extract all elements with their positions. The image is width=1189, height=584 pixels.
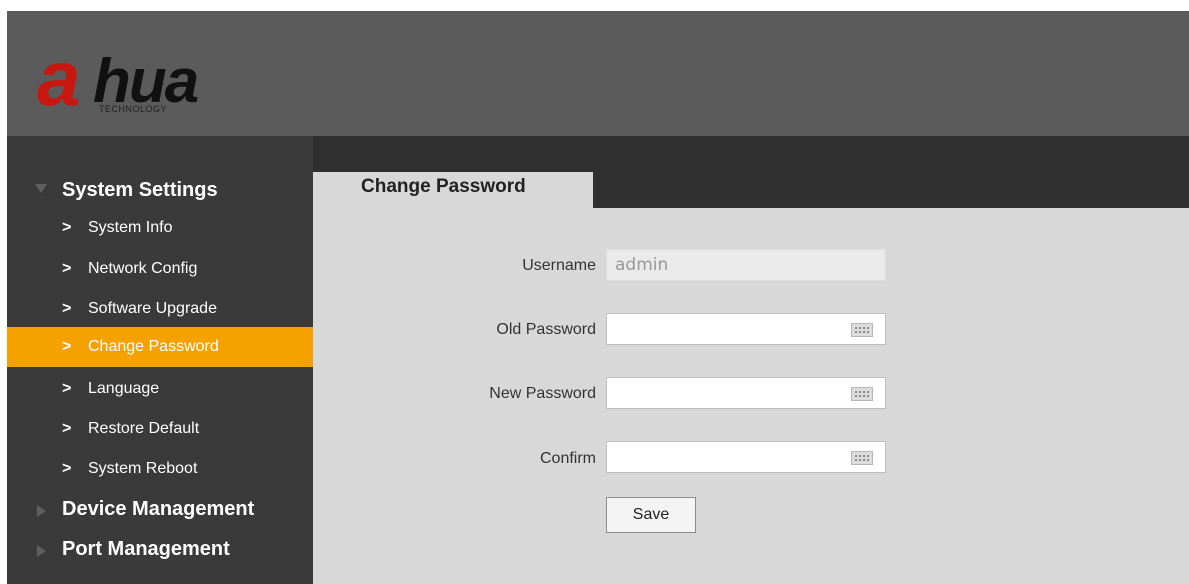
sidebar-item-label: Change Password — [88, 338, 219, 355]
sidebar-group-system-settings[interactable]: System Settings — [7, 170, 313, 210]
username-label: Username — [522, 257, 596, 274]
chevron-right-icon: > — [62, 260, 72, 277]
sidebar-group-label: Port Management — [62, 538, 230, 560]
sidebar-item-label: Network Config — [88, 260, 198, 277]
sidebar-group-label: System Settings — [62, 179, 218, 201]
expand-right-icon — [37, 545, 46, 557]
sidebar-item-label: Language — [88, 380, 160, 397]
logo-tagline: TECHNOLOGY — [99, 104, 168, 114]
old-password-label: Old Password — [496, 321, 596, 338]
sidebar-item-system-info[interactable]: > System Info — [7, 208, 313, 248]
sidebar-group-port-management[interactable]: Port Management — [7, 529, 313, 569]
sidebar: System Settings > System Info > Network … — [7, 136, 313, 584]
tab-label: Change Password — [361, 176, 526, 197]
tab-bar: Change Password — [313, 136, 1189, 208]
sidebar-item-label: Software Upgrade — [88, 300, 217, 317]
chevron-right-icon: > — [62, 380, 72, 397]
sidebar-item-network-config[interactable]: > Network Config — [7, 249, 313, 289]
app-window: a hua TECHNOLOGY System Settings > Syste… — [7, 11, 1189, 584]
keyboard-icon[interactable] — [851, 451, 873, 465]
username-field — [606, 249, 886, 281]
old-password-field[interactable] — [606, 313, 886, 345]
expand-right-icon — [37, 505, 46, 517]
main-content: Change Password Username Old Password Ne… — [313, 136, 1189, 584]
username-input — [607, 250, 885, 280]
new-password-field[interactable] — [606, 377, 886, 409]
header-bar: a hua TECHNOLOGY — [7, 11, 1189, 136]
sidebar-item-label: System Info — [88, 219, 173, 236]
tab-change-password[interactable]: Change Password — [313, 172, 593, 208]
old-password-input[interactable] — [607, 314, 885, 344]
confirm-password-input[interactable] — [607, 442, 885, 472]
confirm-label: Confirm — [539, 450, 596, 467]
chevron-right-icon: > — [62, 338, 72, 355]
chevron-right-icon: > — [62, 300, 72, 317]
sidebar-item-system-reboot[interactable]: > System Reboot — [7, 449, 313, 489]
keyboard-icon[interactable] — [851, 323, 873, 337]
logo-at-glyph: a — [37, 34, 81, 122]
new-password-label: New Password — [489, 385, 596, 402]
chevron-right-icon: > — [62, 420, 72, 437]
sidebar-item-language[interactable]: > Language — [7, 369, 313, 409]
sidebar-item-label: System Reboot — [88, 460, 198, 477]
confirm-password-field[interactable] — [606, 441, 886, 473]
sidebar-group-device-management[interactable]: Device Management — [7, 489, 313, 529]
save-button[interactable]: Save — [606, 497, 696, 533]
keyboard-icon[interactable] — [851, 387, 873, 401]
sidebar-item-software-upgrade[interactable]: > Software Upgrade — [7, 289, 313, 329]
sidebar-item-restore-default[interactable]: > Restore Default — [7, 409, 313, 449]
sidebar-item-label: Restore Default — [88, 420, 200, 437]
sidebar-item-change-password[interactable]: > Change Password — [7, 327, 313, 367]
new-password-input[interactable] — [607, 378, 885, 408]
expand-down-icon — [35, 184, 47, 193]
chevron-right-icon: > — [62, 460, 72, 477]
brand-logo: a hua TECHNOLOGY — [37, 39, 277, 125]
sidebar-group-label: Device Management — [62, 498, 255, 520]
chevron-right-icon: > — [62, 219, 72, 236]
